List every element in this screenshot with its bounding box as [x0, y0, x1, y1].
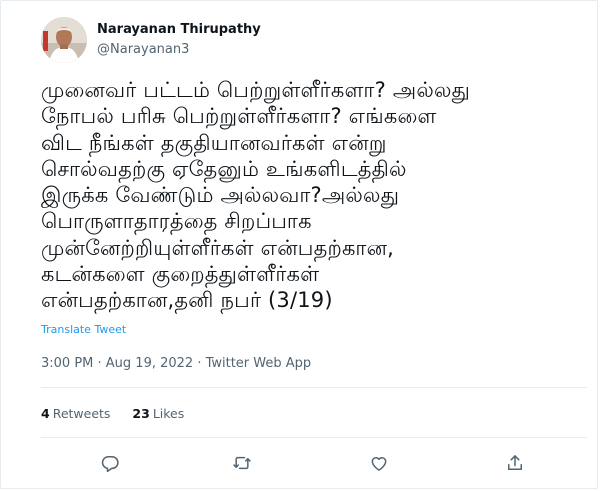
likes-stat[interactable]: 23 Likes [132, 406, 184, 421]
avatar[interactable] [41, 17, 87, 63]
tweet-timestamp[interactable]: 3:00 PM · Aug 19, 2022 · Twitter Web App [41, 355, 311, 372]
share-icon[interactable] [502, 450, 528, 476]
translate-tweet-link[interactable]: Translate Tweet [41, 323, 126, 337]
divider [41, 387, 587, 388]
retweets-count: 4 [41, 406, 50, 421]
tweet-text: முனைவர் பட்டம் பெற்றுள்ளீர்களா? அல்லது ந… [41, 78, 471, 313]
avatar-photo-icon [41, 17, 87, 63]
author-names: Narayanan Thirupathy @Narayanan3 [97, 21, 397, 58]
tweet-stats: 4 Retweets 23 Likes [41, 405, 184, 422]
likes-count: 23 [132, 406, 150, 421]
reply-icon[interactable] [97, 450, 123, 476]
divider [41, 437, 587, 438]
author-display-name[interactable]: Narayanan Thirupathy [97, 21, 397, 38]
retweet-icon[interactable] [229, 450, 255, 476]
heart-icon[interactable] [366, 450, 392, 476]
more-horizontal-icon[interactable] [596, 28, 600, 48]
retweets-label: Retweets [52, 406, 111, 421]
likes-label: Likes [152, 406, 185, 421]
retweets-stat[interactable]: 4 Retweets [41, 406, 110, 421]
tweet-card: Narayanan Thirupathy @Narayanan3 முனைவர்… [0, 0, 598, 489]
author-handle[interactable]: @Narayanan3 [97, 41, 397, 58]
tweet-actions [41, 450, 587, 476]
